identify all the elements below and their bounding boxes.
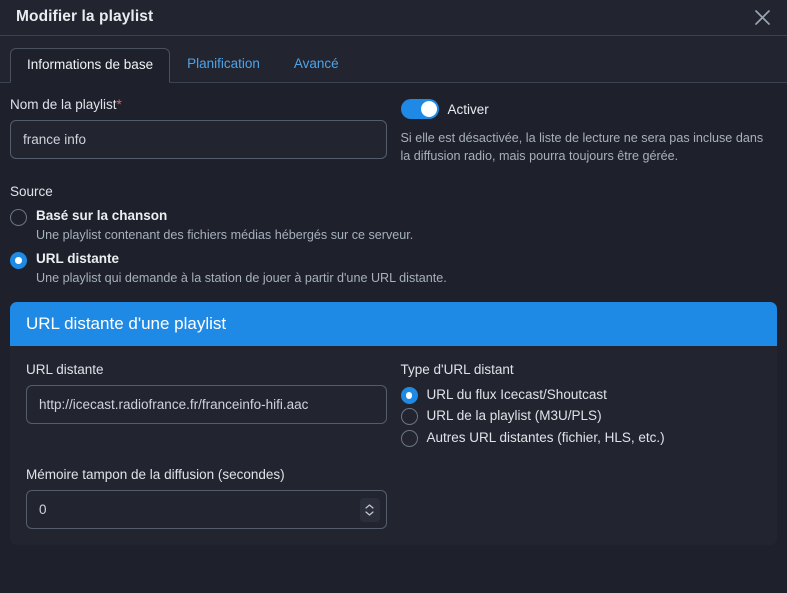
radio-icon-m3u[interactable] <box>400 408 418 426</box>
enable-toggle-label: Activer <box>447 101 489 117</box>
tab-basic-info-label: Informations de base <box>27 57 154 73</box>
buffer-field-group: Mémoire tampon de la diffusion (secondes… <box>26 466 387 530</box>
radio-icon-icecast[interactable] <box>400 387 418 405</box>
tab-advanced[interactable]: Avancé <box>277 47 356 82</box>
source-option-remote-url-label: URL distante <box>36 251 120 267</box>
tab-planification[interactable]: Planification <box>170 47 277 82</box>
remote-url-type-label: Type d'URL distant <box>400 362 514 378</box>
remote-url-input[interactable] <box>26 385 387 425</box>
close-icon[interactable] <box>749 5 775 31</box>
source-option-remote-url[interactable]: URL distante <box>10 250 777 270</box>
url-type-option-other[interactable]: Autres URL distantes (fichier, HLS, etc.… <box>400 428 762 448</box>
name-and-enable-row: Nom de la playlist* Activer Si elle est … <box>10 97 777 166</box>
radio-icon-other[interactable] <box>400 429 418 447</box>
modal-header: Modifier la playlist <box>0 0 787 36</box>
radio-icon-remote-url[interactable] <box>10 252 27 270</box>
enable-toggle-group: Activer Si elle est désactivée, la liste… <box>400 97 778 166</box>
source-group: Source Basé sur la chanson Une playlist … <box>10 184 777 288</box>
remote-url-type-group: Type d'URL distant URL du flux Icecast/S… <box>400 362 762 449</box>
tab-basic-info[interactable]: Informations de base <box>10 48 171 83</box>
url-type-option-other-label: Autres URL distantes (fichier, HLS, etc.… <box>426 429 665 445</box>
remote-url-card: URL distante d'une playlist URL distante… <box>10 301 777 546</box>
enable-toggle[interactable] <box>400 99 439 119</box>
buffer-label: Mémoire tampon de la diffusion (secondes… <box>26 466 285 482</box>
url-type-option-m3u[interactable]: URL de la playlist (M3U/PLS) <box>400 406 762 426</box>
playlist-name-label: Nom de la playlist* <box>10 97 387 113</box>
playlist-name-label-text: Nom de la playlist <box>10 97 117 112</box>
url-type-option-icecast-label: URL du flux Icecast/Shoutcast <box>426 387 607 403</box>
remote-url-card-header: URL distante d'une playlist <box>10 301 777 347</box>
required-asterisk: * <box>116 97 122 112</box>
playlist-name-field-group: Nom de la playlist* <box>10 97 387 160</box>
radio-icon-song-based[interactable] <box>10 208 27 226</box>
enable-help-text: Si elle est désactivée, la liste de lect… <box>400 131 764 164</box>
buffer-input[interactable] <box>26 490 387 530</box>
source-option-song-based-description: Une playlist contenant des fichiers médi… <box>36 227 414 242</box>
source-label: Source <box>10 183 53 199</box>
toggle-knob <box>420 101 437 117</box>
playlist-name-input[interactable] <box>10 120 387 160</box>
url-type-option-m3u-label: URL de la playlist (M3U/PLS) <box>426 408 602 424</box>
tab-advanced-label: Avancé <box>293 56 339 72</box>
remote-url-field-group: URL distante <box>26 362 387 425</box>
source-option-song-based-label: Basé sur la chanson <box>36 207 168 223</box>
up-down-chevron-icon[interactable] <box>359 497 380 522</box>
source-option-song-based[interactable]: Basé sur la chanson <box>10 207 777 226</box>
page-title: Modifier la playlist <box>16 7 154 25</box>
remote-url-label: URL distante <box>26 362 104 378</box>
remote-url-card-body: URL distante Type d'URL distant URL du f… <box>10 346 777 545</box>
tab-planification-label: Planification <box>187 56 260 72</box>
url-type-option-icecast[interactable]: URL du flux Icecast/Shoutcast <box>400 385 762 405</box>
tab-bar: Informations de base Planification Avanc… <box>0 36 787 83</box>
source-option-remote-url-description: Une playlist qui demande à la station de… <box>36 271 447 286</box>
modal-body: Nom de la playlist* Activer Si elle est … <box>0 83 787 546</box>
